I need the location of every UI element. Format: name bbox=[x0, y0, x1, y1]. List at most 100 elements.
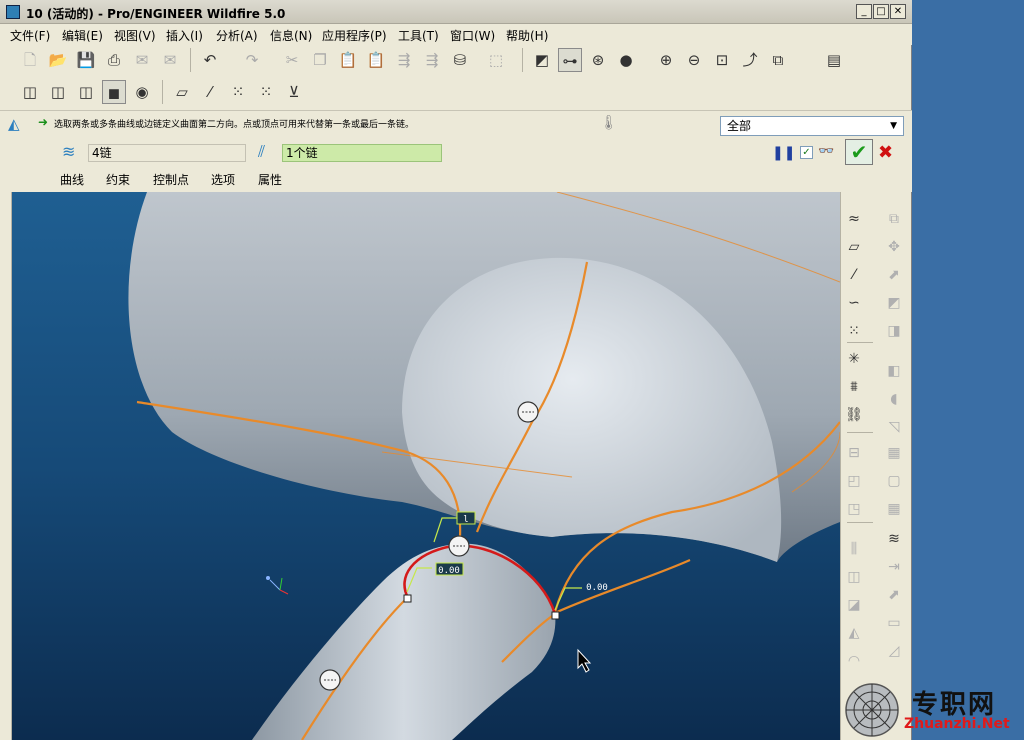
tab-options[interactable]: 选项 bbox=[211, 171, 235, 188]
lower-tube-surface[interactable] bbox=[252, 543, 556, 740]
datum-planes-icon[interactable]: ▱ bbox=[170, 80, 194, 104]
datum-point-tool-icon[interactable]: ⁙ bbox=[843, 320, 865, 342]
swept-blend-icon[interactable]: ◭ bbox=[843, 622, 865, 644]
wireframe-icon[interactable]: ◫ bbox=[18, 80, 42, 104]
redo-icon[interactable]: ↷ bbox=[240, 48, 264, 72]
copy-geometry-icon[interactable]: ⧉ bbox=[883, 208, 905, 230]
pause-button[interactable]: ❚❚ bbox=[772, 145, 795, 161]
draft-icon[interactable]: ◳ bbox=[843, 498, 865, 520]
style-icon[interactable]: ▭ bbox=[883, 612, 905, 634]
undo-icon[interactable]: ↶ bbox=[198, 48, 222, 72]
ok-button[interactable]: ✔ bbox=[845, 139, 873, 165]
menu-view[interactable]: 视图(V) bbox=[114, 27, 156, 44]
verify-preview-icon[interactable]: 👓 bbox=[818, 144, 834, 159]
maximize-button[interactable]: □ bbox=[873, 4, 889, 19]
sweep-icon[interactable]: ⬈ bbox=[883, 584, 905, 606]
cancel-button[interactable]: ✖ bbox=[878, 142, 893, 163]
spin-center-icon[interactable]: ⊶ bbox=[558, 48, 582, 72]
solidify-icon[interactable]: ◹ bbox=[883, 416, 905, 438]
variable-sweep-icon[interactable]: ◪ bbox=[843, 594, 865, 616]
appearance-sphere-icon[interactable]: ● bbox=[614, 48, 638, 72]
sketch-tool-icon[interactable]: ≈ bbox=[843, 208, 865, 230]
tab-control-points[interactable]: 控制点 bbox=[153, 171, 189, 188]
no-hidden-icon[interactable]: ◫ bbox=[74, 80, 98, 104]
annotations-icon[interactable]: ⊻ bbox=[282, 80, 306, 104]
refit-icon[interactable]: ⊡ bbox=[710, 48, 734, 72]
tab-constraints[interactable]: 约束 bbox=[106, 171, 130, 188]
tab-curves[interactable]: 曲线 bbox=[60, 171, 84, 188]
selection-filter[interactable]: 全部 ▼ bbox=[720, 116, 904, 136]
regen-manager-icon[interactable]: ⇶ bbox=[420, 48, 444, 72]
open-file-icon[interactable]: 📂 bbox=[46, 48, 70, 72]
datum-axes-icon[interactable]: ⁄ bbox=[198, 80, 222, 104]
title-bar[interactable]: 10 (活动的) - Pro/ENGINEER Wildfire 5.0 _ □… bbox=[0, 0, 912, 24]
selection-box-icon[interactable]: ⬚ bbox=[478, 48, 514, 72]
hidden-line-icon[interactable]: ◫ bbox=[46, 80, 70, 104]
menu-info[interactable]: 信息(N) bbox=[270, 27, 312, 44]
datum-plane-tool-icon[interactable]: ▱ bbox=[843, 236, 865, 258]
round-icon[interactable]: ◰ bbox=[843, 470, 865, 492]
model-tree-icon[interactable]: ◉ bbox=[130, 80, 154, 104]
find-icon[interactable]: ⛁ bbox=[448, 48, 472, 72]
print-icon[interactable]: ⎙ bbox=[102, 48, 126, 72]
pattern-icon[interactable]: ▦ bbox=[883, 442, 905, 464]
analysis-feature-icon[interactable]: ⩩ bbox=[843, 376, 865, 398]
tab-properties[interactable]: 属性 bbox=[258, 171, 282, 188]
menu-applications[interactable]: 应用程序(P) bbox=[322, 27, 387, 44]
thicken-icon[interactable]: ◖ bbox=[883, 388, 905, 410]
menu-analysis[interactable]: 分析(A) bbox=[216, 27, 258, 44]
mirror-icon[interactable]: ◧ bbox=[883, 360, 905, 382]
datum-points-icon[interactable]: ⁙ bbox=[226, 80, 250, 104]
menu-help[interactable]: 帮助(H) bbox=[506, 27, 548, 44]
first-direction-collector[interactable]: 4链 bbox=[88, 144, 246, 162]
menu-edit[interactable]: 编辑(E) bbox=[62, 27, 103, 44]
repaint-icon[interactable]: ◩ bbox=[530, 48, 554, 72]
coordinate-systems-icon[interactable]: ⁙ bbox=[254, 80, 278, 104]
revolve-icon[interactable]: ◫ bbox=[843, 566, 865, 588]
upper-surface[interactable] bbox=[128, 192, 840, 562]
reorient-icon[interactable]: ⤴ bbox=[738, 48, 762, 72]
graphics-viewport[interactable]: l 0.00 0.00 bbox=[12, 192, 840, 740]
orient-mode-icon[interactable]: ⊛ bbox=[586, 48, 610, 72]
offset-icon[interactable]: ◨ bbox=[883, 320, 905, 342]
close-button[interactable]: ✕ bbox=[890, 4, 906, 19]
left-splitter[interactable] bbox=[0, 192, 12, 740]
extend-icon[interactable]: ◩ bbox=[883, 292, 905, 314]
menu-insert[interactable]: 插入(I) bbox=[166, 27, 203, 44]
paste-icon[interactable]: 📋 bbox=[336, 48, 360, 72]
menu-file[interactable]: 文件(F) bbox=[10, 27, 50, 44]
zoom-out-icon[interactable]: ⊖ bbox=[682, 48, 706, 72]
new-file-icon[interactable]: 🗋 bbox=[18, 48, 42, 72]
extrude-icon[interactable]: ⫼ bbox=[843, 538, 865, 560]
chain-link-icon[interactable]: ⛓ bbox=[843, 404, 865, 426]
regenerate-icon[interactable]: ⇶ bbox=[392, 48, 416, 72]
trim-icon[interactable]: ⬈ bbox=[883, 264, 905, 286]
merge-icon[interactable]: ✥ bbox=[883, 236, 905, 258]
shading-icon[interactable]: ◼ bbox=[102, 80, 126, 104]
boundary-blend-tool-icon[interactable]: ≋ bbox=[883, 528, 905, 550]
next-icon[interactable]: ⇥ bbox=[883, 556, 905, 578]
send-mail-icon[interactable]: ✉ bbox=[130, 48, 154, 72]
coordinate-system-tool-icon[interactable]: ✳ bbox=[843, 348, 865, 370]
saved-views-icon[interactable]: ⧉ bbox=[766, 48, 790, 72]
zoom-in-icon[interactable]: ⊕ bbox=[654, 48, 678, 72]
minimize-button[interactable]: _ bbox=[856, 4, 872, 19]
rib-icon[interactable]: ▦ bbox=[883, 498, 905, 520]
preview-checkbox[interactable]: ✓ bbox=[800, 146, 813, 159]
mail-attach-icon[interactable]: ✉ bbox=[158, 48, 182, 72]
shell-icon[interactable]: ▢ bbox=[883, 470, 905, 492]
menu-tools[interactable]: 工具(T) bbox=[398, 27, 439, 44]
main-toolbar: 🗋 📂 💾 ⎙ ✉ ✉ ↶ ↷ ✂ ❐ 📋 📋 ⇶ ⇶ ⛁ ⬚ ◩ ⊶ ⊛ ● … bbox=[6, 48, 906, 78]
layers-icon[interactable]: ▤ bbox=[822, 48, 846, 72]
hole-icon[interactable]: ⊟ bbox=[843, 442, 865, 464]
datum-axis-tool-icon[interactable]: ⁄ bbox=[843, 264, 865, 286]
cut-icon[interactable]: ✂ bbox=[280, 48, 304, 72]
helical-sweep-icon[interactable]: ◠ bbox=[843, 650, 865, 672]
menu-window[interactable]: 窗口(W) bbox=[450, 27, 495, 44]
paste-special-icon[interactable]: 📋 bbox=[364, 48, 388, 72]
datum-curve-tool-icon[interactable]: ∽ bbox=[843, 292, 865, 314]
save-icon[interactable]: 💾 bbox=[74, 48, 98, 72]
copy-icon[interactable]: ❐ bbox=[308, 48, 332, 72]
second-direction-collector[interactable]: 1个链 bbox=[282, 144, 442, 162]
freestyle-icon[interactable]: ◿ bbox=[883, 640, 905, 662]
